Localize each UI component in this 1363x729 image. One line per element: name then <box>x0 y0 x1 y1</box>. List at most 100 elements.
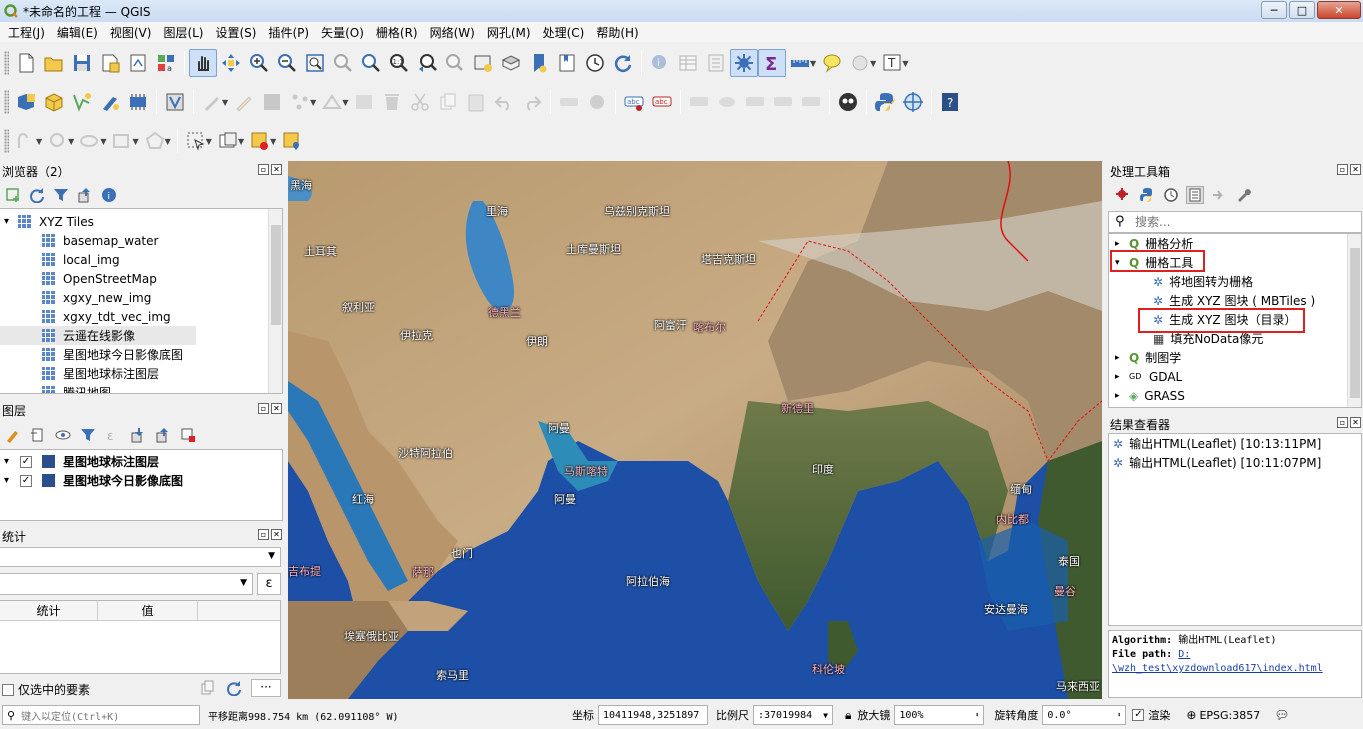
messages-icon[interactable]: 💬︎ <box>1274 708 1289 722</box>
delete-selected-icon[interactable] <box>378 88 406 116</box>
text-annotation-icon[interactable]: T <box>878 49 906 77</box>
select-tool-icon[interactable] <box>846 49 874 77</box>
tree-item[interactable]: basemap_water <box>0 231 282 250</box>
menu-project[interactable]: 工程(J) <box>2 24 51 41</box>
new-memory-layer-icon[interactable] <box>124 88 152 116</box>
collapse-all-icon[interactable] <box>76 186 94 204</box>
filter-expression-icon[interactable]: ε <box>104 426 122 444</box>
menu-raster[interactable]: 栅格(R) <box>370 24 424 41</box>
manage-visibility-icon[interactable] <box>54 426 72 444</box>
show-bookmarks-icon[interactable] <box>553 49 581 77</box>
zoom-next-icon[interactable] <box>441 49 469 77</box>
info-icon[interactable]: i <box>100 186 118 204</box>
paste-features-icon[interactable] <box>462 88 490 116</box>
panel-float-button[interactable]: ▫ <box>258 529 269 540</box>
layer-visibility-checkbox[interactable]: ✓ <box>20 474 32 487</box>
select-features-icon[interactable] <box>182 127 210 155</box>
digitize-curve-icon[interactable] <box>12 127 40 155</box>
stats-field-combo[interactable]: ▼ <box>0 573 253 595</box>
magnifier-field[interactable]: 100% ⬍ <box>894 705 985 725</box>
data-source-manager-icon[interactable] <box>12 88 40 116</box>
current-edits-icon[interactable] <box>198 88 226 116</box>
panel-float-button[interactable]: ▫ <box>1337 417 1348 428</box>
scale-field[interactable]: :37019984 ▼ <box>753 705 833 725</box>
log-path-drive-link[interactable]: D: <box>1178 649 1190 660</box>
menu-edit[interactable]: 编辑(E) <box>51 24 104 41</box>
tree-item[interactable]: 腾讯地图 <box>0 383 282 393</box>
refresh-icon[interactable] <box>28 186 46 204</box>
processing-toolbox-icon[interactable] <box>730 49 758 77</box>
toolbar-handle[interactable] <box>4 90 9 114</box>
panel-close-button[interactable]: ✕ <box>271 164 282 175</box>
redo-icon[interactable] <box>518 88 546 116</box>
history-icon[interactable] <box>1162 186 1180 204</box>
pan-to-selection-icon[interactable] <box>217 49 245 77</box>
only-selected-checkbox[interactable] <box>2 683 14 696</box>
undo-icon[interactable] <box>490 88 518 116</box>
vertex-tool-icon[interactable] <box>318 88 346 116</box>
layer-row[interactable]: ▾ ✓ 星图地球标注图层 <box>0 452 282 471</box>
toggle-editing-icon[interactable] <box>230 88 258 116</box>
toolbar-handle[interactable] <box>4 51 9 75</box>
new-geopackage-icon[interactable] <box>40 88 68 116</box>
zoom-selection-icon[interactable] <box>329 49 357 77</box>
attribute-table-icon[interactable] <box>674 49 702 77</box>
map-tips-icon[interactable] <box>818 49 846 77</box>
layer-style-icon[interactable] <box>4 426 22 444</box>
ellipse-tool-icon[interactable] <box>76 127 104 155</box>
models-icon[interactable] <box>1114 186 1132 204</box>
stats-layer-combo[interactable]: ▼ <box>0 547 281 567</box>
tree-item[interactable]: local_img <box>0 250 282 269</box>
statistics-sigma-icon[interactable]: Σ <box>758 49 786 77</box>
log-path-link[interactable]: \wzh_test\xyzdownload617\index.html <box>1112 663 1323 674</box>
menu-plugins[interactable]: 插件(P) <box>262 24 315 41</box>
add-layer-icon[interactable] <box>4 186 22 204</box>
identify-icon[interactable]: i <box>646 49 674 77</box>
results-viewer-icon[interactable] <box>1186 186 1204 204</box>
menu-view[interactable]: 视图(V) <box>104 24 158 41</box>
remove-layer-icon[interactable] <box>179 426 197 444</box>
copy-icon[interactable] <box>199 679 217 697</box>
new-virtual-layer-icon[interactable] <box>161 88 189 116</box>
panel-float-button[interactable]: ▫ <box>258 403 269 414</box>
add-group-icon[interactable] <box>29 426 47 444</box>
label-highlight-icon[interactable] <box>583 88 611 116</box>
toolbox-search-field[interactable]: ⚲ <box>1108 211 1362 233</box>
menu-settings[interactable]: 设置(S) <box>210 24 263 41</box>
expand-all-icon[interactable] <box>129 426 147 444</box>
python-scripts-icon[interactable] <box>1138 186 1156 204</box>
toolbox-group[interactable]: ▸ ◈ GRASS <box>1109 386 1361 405</box>
menu-vector[interactable]: 矢量(O) <box>315 24 370 41</box>
modify-attributes-icon[interactable] <box>350 88 378 116</box>
open-project-icon[interactable] <box>40 49 68 77</box>
geocoder-plugin-icon[interactable] <box>834 88 862 116</box>
minimize-button[interactable]: ─ <box>1261 1 1287 19</box>
toolbar-handle[interactable] <box>4 129 9 153</box>
menu-web[interactable]: 网络(W) <box>424 24 481 41</box>
toolbox-group[interactable]: ▸ GD GDAL <box>1109 367 1361 386</box>
save-edits-icon[interactable] <box>258 88 286 116</box>
panel-close-button[interactable]: ✕ <box>271 403 282 414</box>
print-layout-icon[interactable] <box>124 49 152 77</box>
filter-legend-icon[interactable] <box>79 426 97 444</box>
quickmapservices-icon[interactable] <box>899 88 927 116</box>
zoom-native-icon[interactable]: 1:1 <box>385 49 413 77</box>
menu-mesh[interactable]: 网孔(M) <box>481 24 537 41</box>
browser-scrollbar[interactable] <box>268 209 282 393</box>
result-item[interactable]: ✲ 输出HTML(Leaflet) [10:11:07PM] <box>1109 453 1361 472</box>
measure-icon[interactable] <box>786 49 814 77</box>
rectangle-tool-icon[interactable] <box>108 127 136 155</box>
save-project-icon[interactable] <box>68 49 96 77</box>
zoom-layer-icon[interactable] <box>357 49 385 77</box>
toolbox-scrollbar[interactable] <box>1347 234 1361 407</box>
filter-icon[interactable] <box>52 186 70 204</box>
python-console-icon[interactable] <box>871 88 899 116</box>
circle-tool-icon[interactable] <box>44 127 72 155</box>
panel-float-button[interactable]: ▫ <box>258 164 269 175</box>
tree-item[interactable]: xgxy_tdt_vec_img <box>0 307 282 326</box>
field-calculator-icon[interactable] <box>702 49 730 77</box>
collapse-all-icon[interactable] <box>154 426 172 444</box>
crs-button[interactable]: EPSG:3857 <box>1199 709 1260 722</box>
toolbox-search-input[interactable] <box>1135 214 1355 230</box>
panel-close-button[interactable]: ✕ <box>1350 164 1361 175</box>
